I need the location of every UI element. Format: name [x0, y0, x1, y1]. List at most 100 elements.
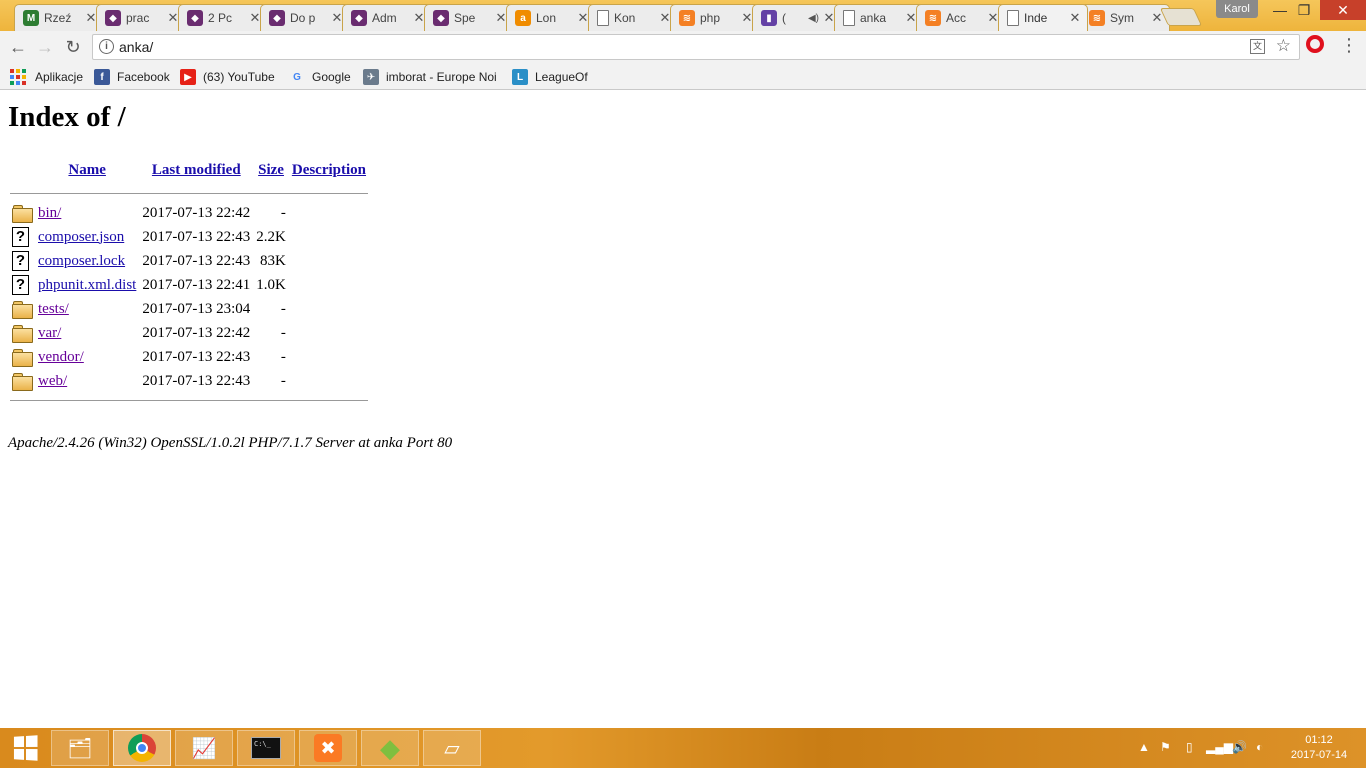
entry-link[interactable]: bin/ — [38, 205, 61, 221]
tab-2[interactable]: ◆ 2 Pc ✕ — [178, 4, 268, 31]
tab-10[interactable]: anka ✕ — [834, 4, 924, 31]
signal-icon[interactable]: ▂▄▆ — [1206, 740, 1233, 754]
windows-logo-icon — [13, 735, 38, 761]
taskbar-xampp[interactable]: ✖ — [299, 730, 357, 766]
taskbar-notepad[interactable]: ▱ — [423, 730, 481, 766]
row-description-cell — [290, 202, 368, 224]
row-description-cell — [290, 370, 368, 392]
start-button[interactable] — [2, 730, 48, 766]
bookmark-label: (63) YouTube — [203, 70, 275, 84]
entry-link[interactable]: composer.lock — [38, 253, 125, 269]
tile-icon: ◆ — [433, 10, 449, 26]
tab-7[interactable]: Kon ✕ — [588, 4, 678, 31]
row-size-cell: 1.0K — [256, 276, 286, 293]
tab-12[interactable]: Inde ✕ — [998, 4, 1088, 31]
action-center-flag-icon[interactable]: ⚑ — [1160, 740, 1171, 754]
resource-monitor-icon: 📈 — [191, 737, 217, 760]
row-icon-cell: ? — [10, 226, 34, 248]
bookmark-google[interactable]: G Google — [289, 68, 351, 86]
tab-0[interactable]: M Rzeź ✕ — [14, 4, 104, 31]
maximize-button[interactable]: ❐ — [1290, 0, 1318, 20]
sort-by-size-link[interactable]: Size — [258, 162, 284, 178]
address-bar-url[interactable]: anka/ — [119, 39, 153, 55]
row-modified-cell: 2017-07-13 22:41 — [142, 276, 251, 293]
tab-4[interactable]: ◆ Adm ✕ — [342, 4, 432, 31]
stackoverflow-icon: ≋ — [925, 10, 941, 26]
tab-6[interactable]: a Lon ✕ — [506, 4, 596, 31]
battery-icon[interactable]: ▯ — [1186, 740, 1193, 754]
row-name-cell: vendor/ — [36, 346, 138, 368]
close-window-button[interactable]: ✕ — [1320, 0, 1366, 20]
folder-icon — [12, 373, 33, 392]
directory-listing: Name Last modified Size Description bin/… — [8, 154, 370, 408]
toolbar: ← → ↻ i anka/ 文 ☆ — [0, 31, 1366, 63]
taskbar-command-prompt[interactable]: C:\_ — [237, 730, 295, 766]
bookmark-youtube[interactable]: ▶ (63) YouTube — [180, 68, 275, 86]
chrome-menu-icon[interactable]: ⋮ — [1340, 36, 1358, 54]
facebook-icon: f — [94, 69, 110, 85]
tab-8[interactable]: ≋ php ✕ — [670, 4, 760, 31]
table-row: var/2017-07-13 22:42 - — [10, 322, 368, 344]
opera-extension-icon[interactable] — [1306, 35, 1324, 53]
page-icon — [597, 10, 609, 26]
show-hidden-icons[interactable]: ▲ — [1138, 740, 1150, 754]
unknown-file-icon: ? — [12, 275, 29, 295]
row-modified-cell: 2017-07-13 22:43 — [142, 252, 251, 269]
sort-by-modified-link[interactable]: Last modified — [152, 162, 241, 178]
diamond-app-icon: ◆ — [380, 732, 400, 763]
row-size-cell: - — [280, 372, 286, 389]
reload-button[interactable]: ↻ — [61, 35, 85, 59]
tab-3[interactable]: ◆ Do p ✕ — [260, 4, 350, 31]
tab-5[interactable]: ◆ Spe ✕ — [424, 4, 514, 31]
description-column-header: Description — [290, 156, 368, 184]
bookmark-apps-grid[interactable]: Aplikacje — [10, 68, 83, 86]
back-button[interactable]: ← — [6, 35, 30, 59]
network-icon[interactable]: ◐ — [1256, 740, 1263, 754]
bookmark-facebook[interactable]: f Facebook — [94, 68, 170, 86]
forward-button[interactable]: → — [33, 35, 57, 59]
amazon-icon: a — [515, 10, 531, 26]
server-signature: Apache/2.4.26 (Win32) OpenSSL/1.0.2l PHP… — [8, 435, 453, 451]
row-icon-cell: ? — [10, 274, 34, 296]
table-row: ? composer.lock 2017-07-13 22:43 83K — [10, 250, 368, 272]
tab-title: prac — [126, 11, 150, 25]
system-clock[interactable]: 01:12 2017-07-14 — [1284, 733, 1354, 763]
bookmark-leagueof[interactable]: L LeagueOf — [512, 68, 588, 86]
twitch-icon: ▮ — [761, 10, 777, 26]
entry-link[interactable]: phpunit.xml.dist — [38, 277, 136, 293]
google-icon: G — [293, 71, 301, 83]
tab-title: php — [700, 11, 721, 25]
row-modified-cell: 2017-07-13 22:42 — [142, 324, 251, 341]
bookmark-imborat[interactable]: ✈ imborat - Europe Noi — [363, 68, 497, 86]
notepad-icon: ▱ — [444, 737, 460, 760]
taskbar-diamond-app[interactable]: ◆ — [361, 730, 419, 766]
tab-title: Lon — [536, 11, 557, 25]
entry-link[interactable]: vendor/ — [38, 349, 84, 365]
profile-button[interactable]: Karol — [1216, 0, 1258, 18]
row-size-cell: - — [280, 300, 286, 317]
sort-by-description-link[interactable]: Description — [292, 162, 366, 178]
tab-1[interactable]: ◆ prac ✕ — [96, 4, 186, 31]
translate-icon[interactable]: 文 — [1250, 39, 1265, 54]
taskbar-file-explorer[interactable]: 🗂 — [51, 730, 109, 766]
audio-playing-icon[interactable]: ◀) — [808, 13, 819, 24]
bookmark-label: Aplikacje — [35, 70, 84, 84]
address-bar[interactable]: i anka/ 文 ☆ — [92, 34, 1300, 60]
tab-9[interactable]: ▮(◀) ✕ — [752, 4, 842, 31]
bookmark-star-icon[interactable]: ☆ — [1276, 36, 1291, 56]
close-tab-icon[interactable]: ✕ — [1069, 10, 1081, 26]
sort-by-name-link[interactable]: Name — [68, 162, 106, 178]
unknown-file-icon: ? — [12, 227, 29, 247]
volume-icon[interactable]: 🔊 — [1232, 740, 1247, 754]
tab-11[interactable]: ≋ Acc ✕ — [916, 4, 1006, 31]
taskbar-resource-monitor[interactable]: 📈 — [175, 730, 233, 766]
stackoverflow-icon: ≋ — [1089, 10, 1105, 26]
taskbar-chrome[interactable] — [113, 730, 171, 766]
row-modified-cell: 2017-07-13 23:04 — [142, 300, 251, 317]
entry-link[interactable]: tests/ — [38, 301, 69, 317]
tab-13[interactable]: ≋ Sym ✕ — [1080, 4, 1170, 31]
entry-link[interactable]: composer.json — [38, 229, 124, 245]
site-info-icon[interactable]: i — [99, 39, 114, 54]
entry-link[interactable]: var/ — [38, 325, 61, 341]
entry-link[interactable]: web/ — [38, 373, 67, 389]
